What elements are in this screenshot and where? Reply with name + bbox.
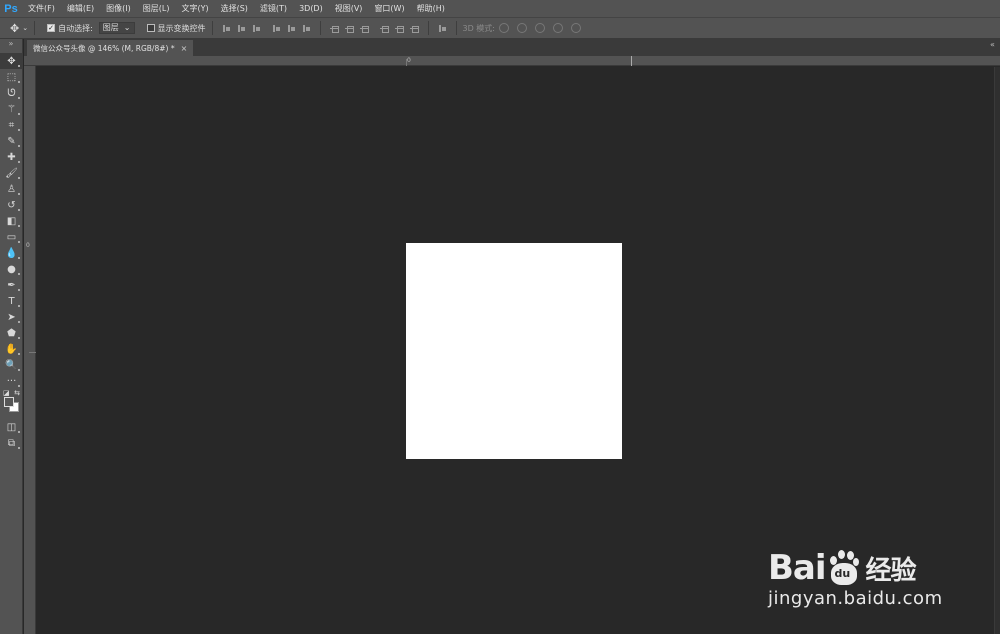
align-top-icon[interactable] — [222, 24, 231, 33]
photoshop-logo: Ps — [4, 2, 18, 15]
distribute-vertical-center-icon[interactable] — [344, 24, 354, 33]
menu-image[interactable]: 图像(I) — [100, 0, 137, 17]
collapse-grip-icon[interactable]: » — [0, 39, 22, 53]
ruler-zero-label: 0 — [26, 242, 30, 249]
auto-select-option: ✓ 自动选择: — [47, 23, 93, 34]
brush-tool-icon[interactable]: 🖌 — [0, 165, 23, 181]
3d-roll-icon[interactable] — [517, 23, 527, 33]
divider — [319, 21, 321, 35]
menu-select[interactable]: 选择(S) — [215, 0, 254, 17]
healing-brush-tool-icon[interactable]: ✚ — [0, 149, 23, 165]
screen-mode-icon[interactable]: ⧉ — [0, 435, 23, 451]
menu-bar: Ps 文件(F) 编辑(E) 图像(I) 图层(L) 文字(Y) 选择(S) 滤… — [0, 0, 1000, 17]
document-tab-bar: 微信公众号头像 @ 146% (M, RGB/8#) * × — [24, 39, 1000, 56]
document-canvas[interactable] — [406, 243, 622, 459]
blur-tool-icon[interactable]: 💧 — [0, 245, 23, 261]
color-swatches: ◪ ⇆ — [0, 389, 23, 419]
move-tool-preset-icon[interactable]: ✥ ⌄ — [10, 22, 28, 35]
ruler-zero-label: 0 — [407, 57, 411, 64]
shape-tool-icon[interactable]: ⬟ — [0, 325, 23, 341]
menu-layer[interactable]: 图层(L) — [137, 0, 176, 17]
distribute-top-icon[interactable] — [329, 24, 339, 33]
horizontal-ruler[interactable]: 0 — [24, 56, 1000, 66]
divider — [455, 21, 457, 35]
panel-collapse-icon[interactable]: « — [990, 40, 995, 49]
swap-colors-icon[interactable]: ⇆ — [14, 389, 20, 397]
menu-window[interactable]: 窗口(W) — [368, 0, 410, 17]
divider — [427, 21, 429, 35]
distribute-right-icon[interactable] — [409, 24, 419, 33]
eraser-tool-icon[interactable]: ◧ — [0, 213, 23, 229]
pen-tool-icon[interactable]: ✒ — [0, 277, 23, 293]
zoom-tool-icon[interactable]: 🔍 — [0, 357, 23, 373]
history-brush-tool-icon[interactable]: ↺ — [0, 197, 23, 213]
align-left-icon[interactable] — [272, 24, 281, 33]
paw-icon: du — [828, 550, 860, 586]
edit-toolbar-icon[interactable]: ··· — [0, 373, 23, 389]
type-tool-icon[interactable]: T — [0, 293, 23, 309]
dodge-tool-icon[interactable]: ● — [0, 261, 23, 277]
divider — [211, 21, 213, 35]
marquee-tool-icon[interactable]: ⬚ — [0, 69, 23, 85]
3d-rotate-icon[interactable] — [499, 23, 509, 33]
menu-edit[interactable]: 编辑(E) — [61, 0, 100, 17]
crop-tool-icon[interactable]: ⌗ — [0, 117, 23, 133]
move-tool-icon[interactable]: ✥ — [0, 53, 23, 69]
distribute-bottom-icon[interactable] — [359, 24, 369, 33]
baidu-jingyan-watermark: Bai du 经验 jingyan.baidu.com — [768, 526, 968, 616]
auto-select-target-dropdown[interactable]: 图层 ⌄ — [98, 22, 135, 34]
chevron-down-icon: ⌄ — [123, 23, 131, 32]
ruler-tick — [29, 352, 36, 353]
align-bottom-icon[interactable] — [252, 24, 261, 33]
auto-select-checkbox[interactable]: ✓ — [47, 24, 56, 32]
close-icon[interactable]: × — [181, 44, 188, 53]
distribute-left-icon[interactable] — [379, 24, 389, 33]
gradient-tool-icon[interactable]: ▭ — [0, 229, 23, 245]
vertical-ruler[interactable]: 0 — [24, 66, 36, 634]
menu-view[interactable]: 视图(V) — [329, 0, 369, 17]
foreground-color-swatch[interactable] — [4, 397, 14, 407]
auto-align-layers-icon[interactable] — [438, 24, 447, 33]
3d-scale-icon[interactable] — [571, 23, 581, 33]
ruler-tick — [406, 59, 407, 66]
menu-3d[interactable]: 3D(D) — [293, 0, 329, 17]
show-transform-checkbox[interactable] — [146, 24, 155, 32]
hand-tool-icon[interactable]: ✋ — [0, 341, 23, 357]
default-colors-icon[interactable]: ◪ — [3, 389, 10, 397]
watermark-bai: Bai — [768, 548, 827, 588]
align-vertical-center-icon[interactable] — [237, 24, 246, 33]
quick-mask-icon[interactable]: ◫ — [0, 419, 23, 435]
eyedropper-tool-icon[interactable]: ✎ — [0, 133, 23, 149]
lasso-tool-icon[interactable]: ᘎ — [0, 85, 23, 101]
auto-select-target-value: 图层 — [102, 23, 119, 32]
magic-wand-tool-icon[interactable]: ⚚ — [0, 101, 23, 117]
clone-stamp-tool-icon[interactable]: ♙ — [0, 181, 23, 197]
show-transform-option: 显示变换控件 — [146, 23, 206, 34]
tools-panel: » ✥ ⬚ ᘎ ⚚ ⌗ ✎ ✚ 🖌 ♙ ↺ ◧ ▭ 💧 ● ✒ T ➤ ⬟ ✋ … — [0, 39, 23, 634]
3d-mode-label: 3D 模式: — [462, 23, 496, 33]
ruler-tick — [631, 56, 632, 66]
show-transform-label: 显示变换控件 — [157, 23, 206, 33]
options-bar: ✥ ⌄ ✓ 自动选择: 图层 ⌄ 显示变换控件 3D 模式: — [0, 17, 1000, 39]
watermark-jingyan: 经验 — [865, 555, 917, 586]
menu-file[interactable]: 文件(F) — [22, 0, 61, 17]
path-selection-tool-icon[interactable]: ➤ — [0, 309, 23, 325]
align-horizontal-center-icon[interactable] — [287, 24, 296, 33]
3d-drag-icon[interactable] — [535, 23, 545, 33]
align-right-icon[interactable] — [302, 24, 311, 33]
watermark-du: du — [834, 567, 851, 580]
vertical-scrollbar[interactable] — [994, 67, 1000, 634]
3d-slide-icon[interactable] — [553, 23, 563, 33]
divider — [34, 21, 36, 35]
watermark-url: jingyan.baidu.com — [768, 588, 943, 609]
watermark-logo: Bai du 经验 — [768, 548, 917, 588]
menu-type[interactable]: 文字(Y) — [175, 0, 214, 17]
menu-filter[interactable]: 滤镜(T) — [254, 0, 293, 17]
distribute-horizontal-center-icon[interactable] — [394, 24, 404, 33]
document-tab-title: 微信公众号头像 @ 146% (M, RGB/8#) * — [33, 43, 175, 53]
auto-select-label: 自动选择: — [58, 23, 93, 33]
menu-help[interactable]: 帮助(H) — [411, 0, 451, 17]
document-tab[interactable]: 微信公众号头像 @ 146% (M, RGB/8#) * × — [27, 40, 194, 56]
